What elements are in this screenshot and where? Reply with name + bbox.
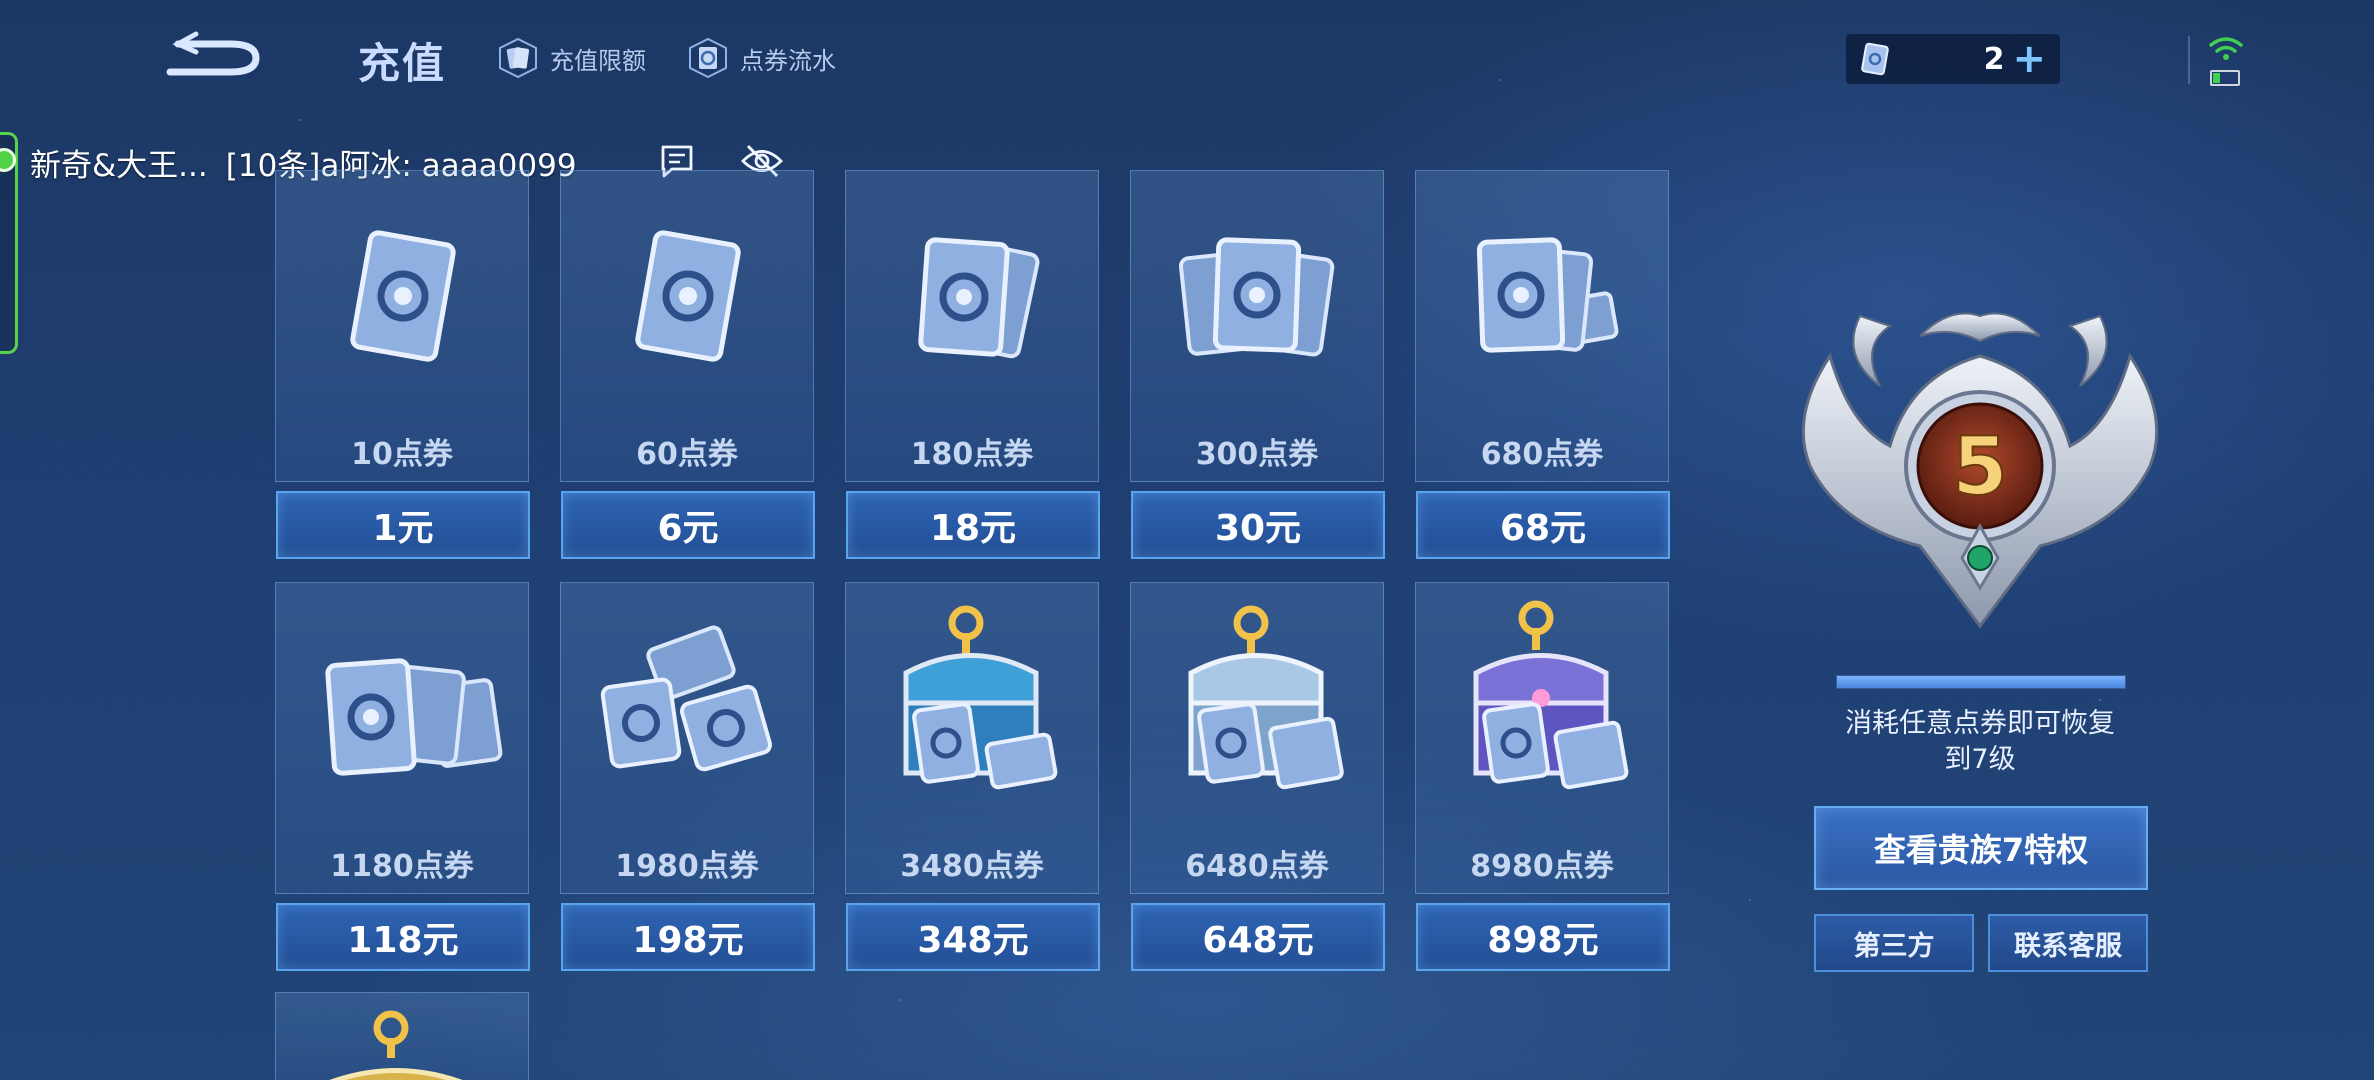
voucher-stack-icon (600, 625, 773, 772)
voucher-balance[interactable]: 2 + (1846, 34, 2060, 84)
voucher-cards-icon (1476, 237, 1619, 353)
voucher-cards-icon (918, 237, 1040, 359)
pack-price-button[interactable]: 198元 (561, 903, 815, 971)
voucher-card-icon (499, 37, 537, 79)
gold-chest-icon (329, 1010, 463, 1080)
voucher-stack-icon (325, 658, 503, 776)
voucher-card-icon (350, 230, 456, 362)
pack-price-button[interactable]: 18元 (846, 491, 1100, 559)
pack-points: 6480点券 (1185, 849, 1329, 884)
pack-price-button[interactable]: 648元 (1131, 903, 1385, 971)
voucher-history-link[interactable]: 点券流水 (686, 36, 836, 80)
pack-price-button[interactable]: 68元 (1416, 491, 1670, 559)
recharge-pack-680[interactable]: 680点券 68元 (1415, 170, 1670, 559)
pack-points: 1180点券 (330, 849, 474, 884)
noble-notice: 消耗任意点券即可恢复 到7级 (1770, 706, 2190, 778)
recharge-pack-1980[interactable]: 1980点券 198元 (560, 582, 815, 971)
pack-points: 10点券 (351, 437, 453, 472)
recharge-pack-8980[interactable]: 8980点券 898元 (1415, 582, 1670, 971)
noble-level-emblem: 5 (1801, 312, 2159, 629)
recharge-pack-180[interactable]: 180点券 18元 (845, 170, 1100, 559)
voucher-card-icon (635, 230, 741, 362)
recharge-pack-300[interactable]: 300点券 30元 (1130, 170, 1385, 559)
noble-notice-line2: 到7级 (1944, 744, 2016, 775)
voucher-history-label: 点券流水 (740, 46, 836, 75)
treasure-chest-icon (903, 605, 1058, 790)
recharge-pack-1180[interactable]: 1180点券 118元 (275, 582, 530, 971)
status-divider (2188, 36, 2190, 84)
voucher-icon (1861, 42, 1889, 76)
pack-price-button[interactable]: 6元 (561, 491, 815, 559)
noble-notice-line1: 消耗任意点券即可恢复 (1845, 708, 2115, 739)
pack-price-button[interactable]: 898元 (1416, 903, 1670, 971)
wifi-icon (2209, 37, 2243, 60)
pack-points: 3480点券 (900, 849, 1044, 884)
recharge-limit-label: 充值限额 (550, 46, 646, 75)
recharge-limit-link[interactable]: 充值限额 (496, 36, 646, 80)
page-title: 充值 (358, 39, 447, 88)
voucher-cards-icon (1178, 237, 1335, 357)
pack-price-button[interactable]: 348元 (846, 903, 1100, 971)
noble-progress-bar (1836, 675, 2126, 689)
recharge-pack-60[interactable]: 60点券 6元 (560, 170, 815, 559)
pack-price-button[interactable]: 118元 (276, 903, 530, 971)
pack-points: 680点券 (1480, 437, 1604, 472)
pack-points: 1980点券 (615, 849, 759, 884)
voucher-coin-icon (689, 37, 727, 79)
recharge-pack-partial[interactable] (275, 992, 529, 1080)
noble-progress-fill (1837, 676, 2125, 688)
treasure-chest-icon (1188, 605, 1344, 790)
back-button[interactable] (160, 28, 270, 84)
pack-points: 180点券 (910, 437, 1034, 472)
pack-points: 60点券 (636, 437, 738, 472)
treasure-chest-icon (1473, 600, 1629, 790)
voucher-balance-value: 2 (1983, 41, 2005, 77)
battery-icon (2210, 70, 2240, 86)
pack-price-button[interactable]: 1元 (276, 491, 530, 559)
chat-group-name: 新奇&大王... (30, 148, 208, 184)
pack-price-button[interactable]: 30元 (1131, 491, 1385, 559)
recharge-pack-6480[interactable]: 6480点券 648元 (1130, 582, 1385, 971)
pack-points: 300点券 (1195, 437, 1319, 472)
pack-points: 8980点券 (1470, 849, 1614, 884)
noble-level-number: 5 (1952, 420, 2008, 513)
add-voucher-button[interactable]: + (2012, 39, 2046, 79)
view-privilege-button[interactable]: 查看贵族7特权 (1814, 806, 2148, 890)
contact-support-button[interactable]: 联系客服 (1988, 914, 2148, 972)
third-party-button[interactable]: 第三方 (1814, 914, 1974, 972)
recharge-pack-10[interactable]: 10点券 1元 (275, 170, 530, 559)
recharge-pack-3480[interactable]: 3480点券 348元 (845, 582, 1100, 971)
